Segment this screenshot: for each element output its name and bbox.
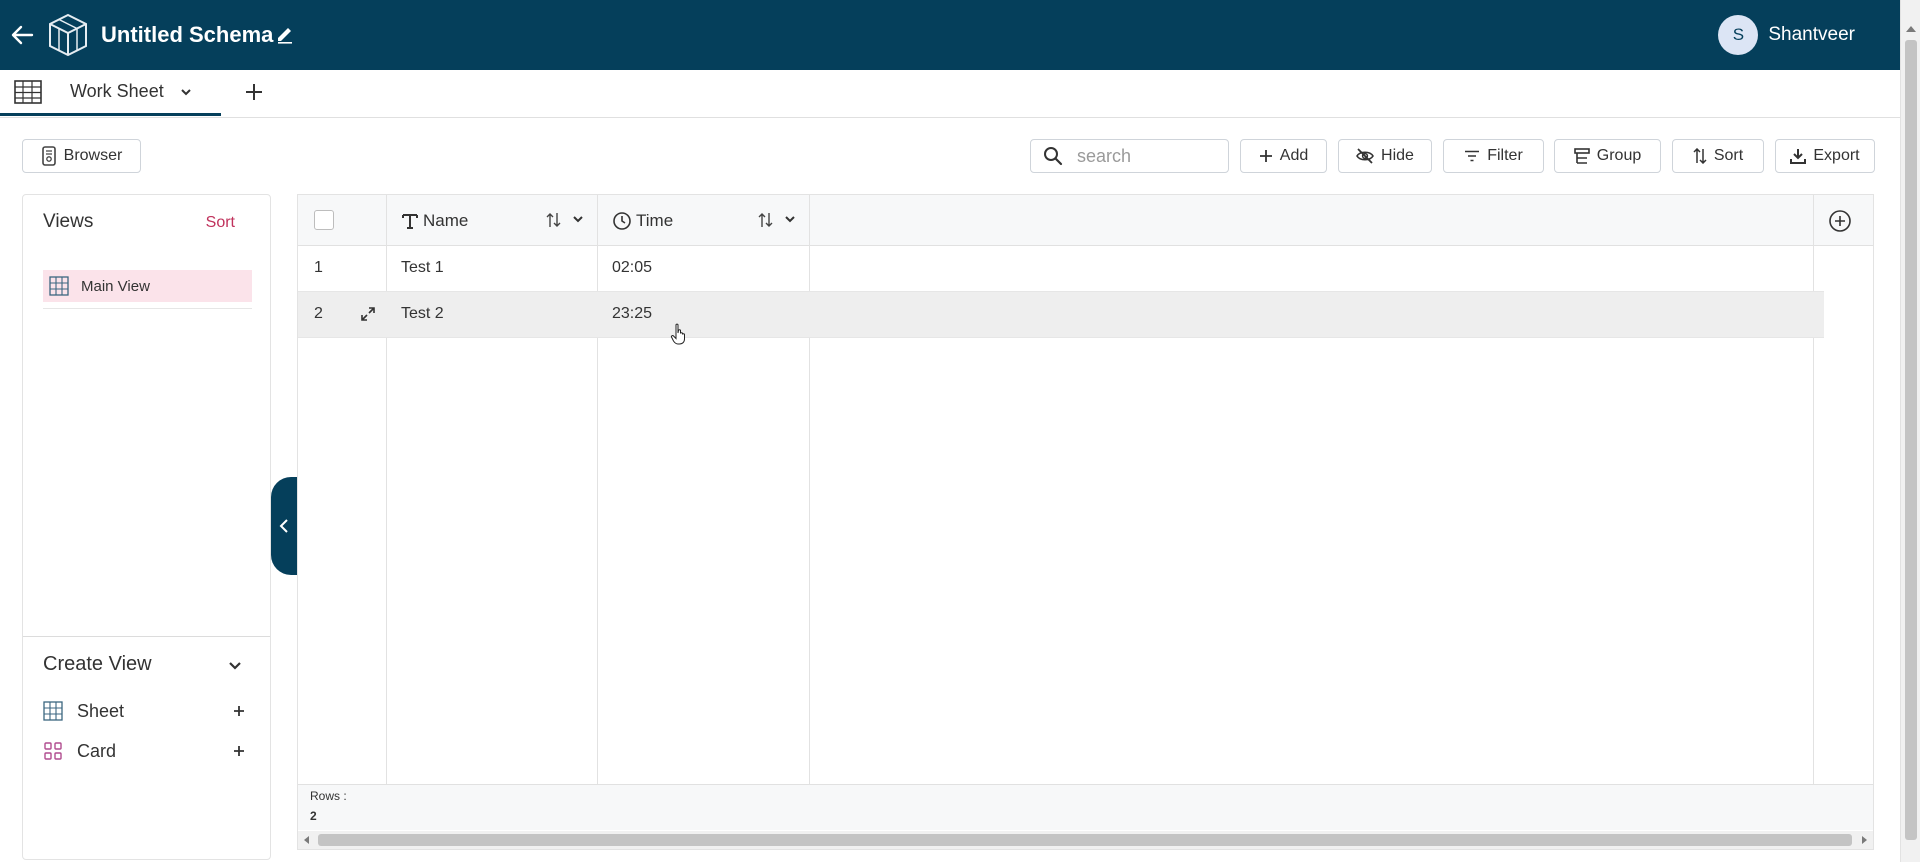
group-icon: [1573, 148, 1590, 164]
browser-button[interactable]: Browser: [22, 139, 141, 173]
grid-footer: [298, 784, 1873, 830]
plus-icon[interactable]: [232, 704, 246, 718]
filter-button[interactable]: Filter: [1443, 139, 1544, 173]
user-name[interactable]: Shantveer: [1768, 24, 1855, 46]
plus-icon[interactable]: [232, 744, 246, 758]
divider: [43, 308, 252, 309]
grid-header-row: Name Time: [298, 195, 1873, 246]
hand-cursor-icon: [670, 323, 685, 345]
expand-row-icon[interactable]: [360, 306, 376, 322]
cell-time[interactable]: 23:25: [612, 305, 652, 323]
pencil-edit-icon[interactable]: [275, 24, 295, 44]
chevron-down-icon[interactable]: [572, 215, 584, 225]
column-header-name[interactable]: Name: [401, 195, 468, 246]
view-item-label: Main View: [81, 277, 150, 295]
download-icon: [1790, 149, 1807, 164]
views-title: Views: [43, 211, 94, 232]
column-label: Time: [636, 210, 674, 230]
cell-name[interactable]: Test 1: [401, 259, 444, 277]
views-sort-link[interactable]: Sort: [206, 214, 235, 232]
vertical-scrollbar[interactable]: [1900, 0, 1920, 862]
collapse-panel-toggle[interactable]: [271, 477, 297, 575]
create-item-label: Sheet: [77, 700, 125, 721]
schema-title[interactable]: Untitled Schema: [101, 19, 273, 51]
text-type-icon: [402, 213, 418, 229]
scrollbar-thumb[interactable]: [318, 834, 1852, 846]
grid-icon: [49, 276, 69, 296]
tab-label[interactable]: Work Sheet: [70, 81, 164, 102]
view-item-main-view[interactable]: Main View: [43, 270, 252, 302]
user-menu[interactable]: S Shantveer: [1718, 15, 1855, 55]
column-sort-icon[interactable]: [546, 212, 562, 228]
add-record-button[interactable]: Add: [1240, 139, 1327, 173]
rows-count-label: Rows :: [310, 789, 347, 803]
create-sheet-view[interactable]: Sheet: [43, 696, 252, 726]
scroll-left-arrow-icon[interactable]: [304, 836, 309, 844]
app-logo-icon: [46, 12, 90, 58]
scroll-up-arrow-icon[interactable]: [1906, 26, 1916, 32]
group-button[interactable]: Group: [1554, 139, 1661, 173]
chevron-left-icon: [279, 519, 288, 533]
column-sort-icon[interactable]: [758, 212, 774, 228]
add-column-plus-circle-icon[interactable]: [1828, 209, 1852, 233]
sort-button[interactable]: Sort: [1672, 139, 1764, 173]
sort-label: Sort: [1713, 147, 1744, 164]
browser-icon: [41, 146, 56, 166]
search-input[interactable]: [1075, 144, 1215, 168]
scroll-right-arrow-icon[interactable]: [1862, 836, 1867, 844]
avatar[interactable]: S: [1718, 15, 1759, 55]
chevron-down-icon[interactable]: [228, 661, 242, 671]
filter-lines-icon: [1465, 150, 1480, 162]
table-row[interactable]: 2 Test 2 23:25: [298, 292, 1824, 338]
column-header-time[interactable]: Time: [612, 195, 673, 246]
clock-icon: [613, 211, 631, 230]
divider: [23, 636, 270, 637]
row-number: 2: [314, 305, 323, 322]
hide-fields-button[interactable]: Hide: [1338, 139, 1432, 173]
search-field[interactable]: [1030, 139, 1229, 173]
grid-icon: [43, 701, 63, 721]
chevron-down-icon[interactable]: [784, 215, 796, 225]
cell-time[interactable]: 02:05: [612, 259, 652, 277]
column-label: Name: [423, 210, 469, 230]
rows-count-value: 2: [310, 809, 317, 823]
create-view-title: Create View: [43, 653, 152, 675]
sheet-tab-bar: Work Sheet: [0, 70, 1900, 118]
sort-arrows-icon: [1693, 148, 1707, 164]
create-item-label: Card: [77, 740, 117, 761]
add-label: Add: [1279, 147, 1309, 164]
tab-work-sheet[interactable]: Work Sheet: [0, 70, 221, 116]
table-row[interactable]: 1 Test 1 02:05: [298, 246, 1824, 292]
export-label: Export: [1813, 147, 1860, 164]
select-all-checkbox[interactable]: [314, 210, 334, 230]
row-number: 1: [314, 259, 323, 276]
export-button[interactable]: Export: [1775, 139, 1875, 173]
horizontal-scrollbar[interactable]: [298, 831, 1873, 849]
hide-label: Hide: [1381, 147, 1414, 164]
create-card-view[interactable]: Card: [43, 736, 252, 766]
table-grid-icon: [14, 79, 42, 104]
plus-icon: [1259, 150, 1272, 162]
group-label: Group: [1596, 147, 1642, 164]
data-grid: Name Time 1 Test 1 02:05 2 Test 2 23:25 …: [297, 194, 1874, 850]
add-sheet-plus-icon[interactable]: [242, 80, 266, 104]
scrollbar-thumb[interactable]: [1905, 40, 1917, 840]
card-grid-icon: [44, 742, 62, 760]
back-arrow-icon[interactable]: [8, 20, 36, 50]
search-icon: [1044, 147, 1063, 166]
browser-label: Browser: [63, 147, 123, 164]
chevron-down-icon[interactable]: [180, 87, 192, 97]
views-panel: Views Sort Main View Create View Sheet C…: [22, 194, 271, 860]
cell-name[interactable]: Test 2: [401, 305, 444, 323]
eye-off-icon: [1356, 148, 1374, 164]
filter-label: Filter: [1487, 147, 1523, 164]
app-header: Untitled Schema S Shantveer: [0, 0, 1900, 70]
